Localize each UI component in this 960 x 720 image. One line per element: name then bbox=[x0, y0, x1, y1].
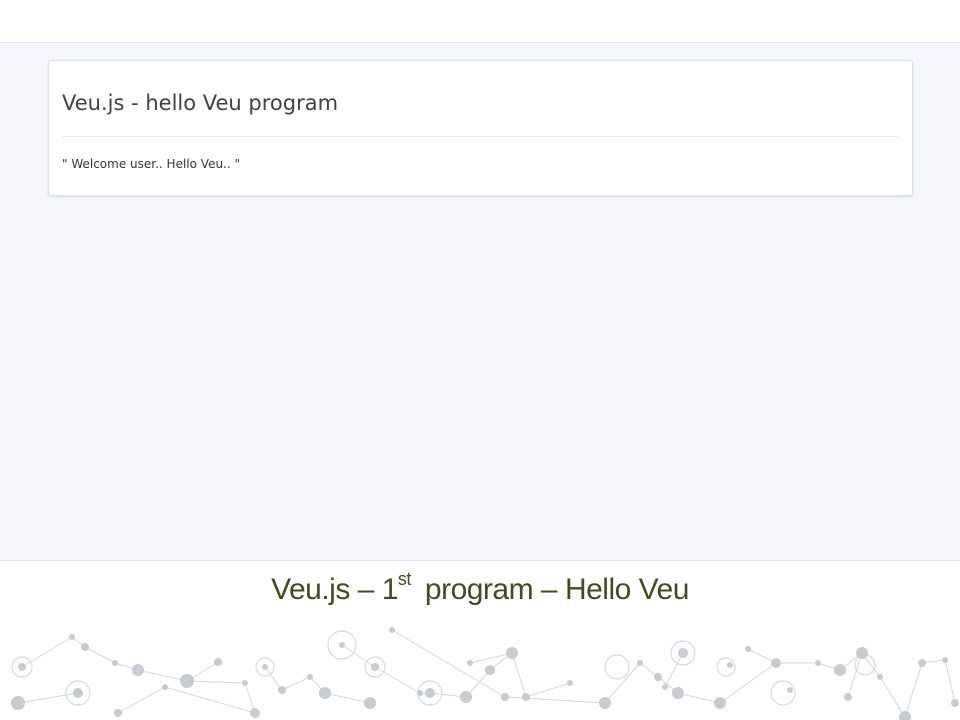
network-node bbox=[460, 691, 472, 703]
network-link bbox=[664, 652, 684, 688]
network-link bbox=[186, 680, 246, 684]
network-node bbox=[951, 699, 959, 707]
network-node bbox=[678, 648, 688, 658]
network-link bbox=[164, 686, 256, 714]
network-node bbox=[162, 684, 168, 690]
network-node bbox=[467, 660, 473, 666]
network-node bbox=[73, 688, 83, 698]
network-node bbox=[745, 646, 751, 652]
network-node bbox=[180, 674, 194, 688]
card-divider bbox=[62, 136, 899, 137]
network-link bbox=[374, 666, 421, 694]
network-node bbox=[918, 659, 926, 667]
caption-text-end: program – Hello Veu bbox=[424, 573, 690, 606]
network-node bbox=[69, 634, 75, 640]
network-node bbox=[714, 697, 726, 709]
network-node bbox=[942, 657, 948, 663]
network-node bbox=[307, 674, 313, 680]
network-node bbox=[501, 693, 509, 701]
network-node bbox=[112, 660, 118, 666]
network-node bbox=[81, 643, 89, 651]
caption-superscript: st bbox=[397, 569, 412, 589]
network-ring bbox=[716, 657, 736, 677]
network-node bbox=[319, 687, 331, 699]
network-node bbox=[672, 687, 684, 699]
network-node bbox=[242, 680, 248, 686]
network-link bbox=[604, 662, 641, 704]
network-node bbox=[637, 660, 643, 666]
network-node bbox=[214, 658, 222, 666]
network-node bbox=[899, 711, 911, 720]
network-link bbox=[944, 659, 956, 704]
network-node bbox=[599, 697, 611, 709]
network-link bbox=[341, 644, 376, 668]
network-link bbox=[84, 646, 116, 664]
network-node bbox=[727, 662, 733, 668]
network-link bbox=[504, 696, 606, 704]
network-node bbox=[389, 627, 395, 633]
network-link bbox=[677, 692, 721, 704]
top-strip bbox=[0, 0, 960, 43]
browser-viewport: Veu.js - hello Veu program " Welcome use… bbox=[0, 43, 960, 560]
network-node bbox=[250, 708, 260, 718]
network-node bbox=[877, 674, 883, 680]
card-body-text: " Welcome user.. Hello Veu.. " bbox=[62, 157, 241, 171]
network-node bbox=[522, 693, 530, 701]
network-link bbox=[511, 652, 527, 698]
network-link bbox=[137, 669, 188, 682]
network-node bbox=[371, 663, 379, 671]
caption-text-start: Veu.js – 1 bbox=[271, 573, 398, 606]
network-node bbox=[339, 642, 345, 648]
network-node bbox=[506, 647, 518, 659]
network-link bbox=[879, 676, 906, 718]
network-node bbox=[485, 665, 495, 675]
network-node bbox=[662, 684, 668, 690]
network-link bbox=[324, 692, 371, 704]
network-link bbox=[281, 676, 311, 691]
network-ring bbox=[770, 680, 796, 706]
content-card: Veu.js - hello Veu program " Welcome use… bbox=[48, 60, 913, 196]
network-pattern-icon bbox=[11, 627, 959, 720]
network-node bbox=[787, 687, 793, 693]
network-node bbox=[262, 664, 268, 670]
network-node bbox=[844, 693, 852, 701]
network-node bbox=[278, 686, 286, 694]
slide-caption: Veu.js – 1st program – Hello Veu bbox=[0, 569, 960, 607]
network-link bbox=[719, 662, 777, 704]
network-node bbox=[18, 663, 26, 671]
slide: Veu.js - hello Veu program " Welcome use… bbox=[0, 0, 960, 720]
network-node bbox=[114, 709, 122, 717]
network-node bbox=[771, 658, 781, 668]
network-node bbox=[654, 673, 662, 681]
network-node bbox=[856, 647, 868, 659]
network-link bbox=[117, 686, 166, 714]
network-link bbox=[904, 662, 923, 718]
network-node bbox=[834, 664, 846, 676]
network-node bbox=[417, 690, 423, 696]
network-node bbox=[567, 680, 573, 686]
network-node bbox=[132, 664, 144, 676]
network-link bbox=[525, 682, 571, 698]
card-title: Veu.js - hello Veu program bbox=[62, 91, 339, 115]
network-ring bbox=[604, 654, 630, 680]
network-node bbox=[425, 688, 435, 698]
network-link bbox=[21, 636, 73, 668]
network-node bbox=[364, 697, 376, 709]
network-node bbox=[815, 660, 821, 666]
network-link bbox=[847, 652, 863, 698]
network-node bbox=[11, 696, 25, 710]
